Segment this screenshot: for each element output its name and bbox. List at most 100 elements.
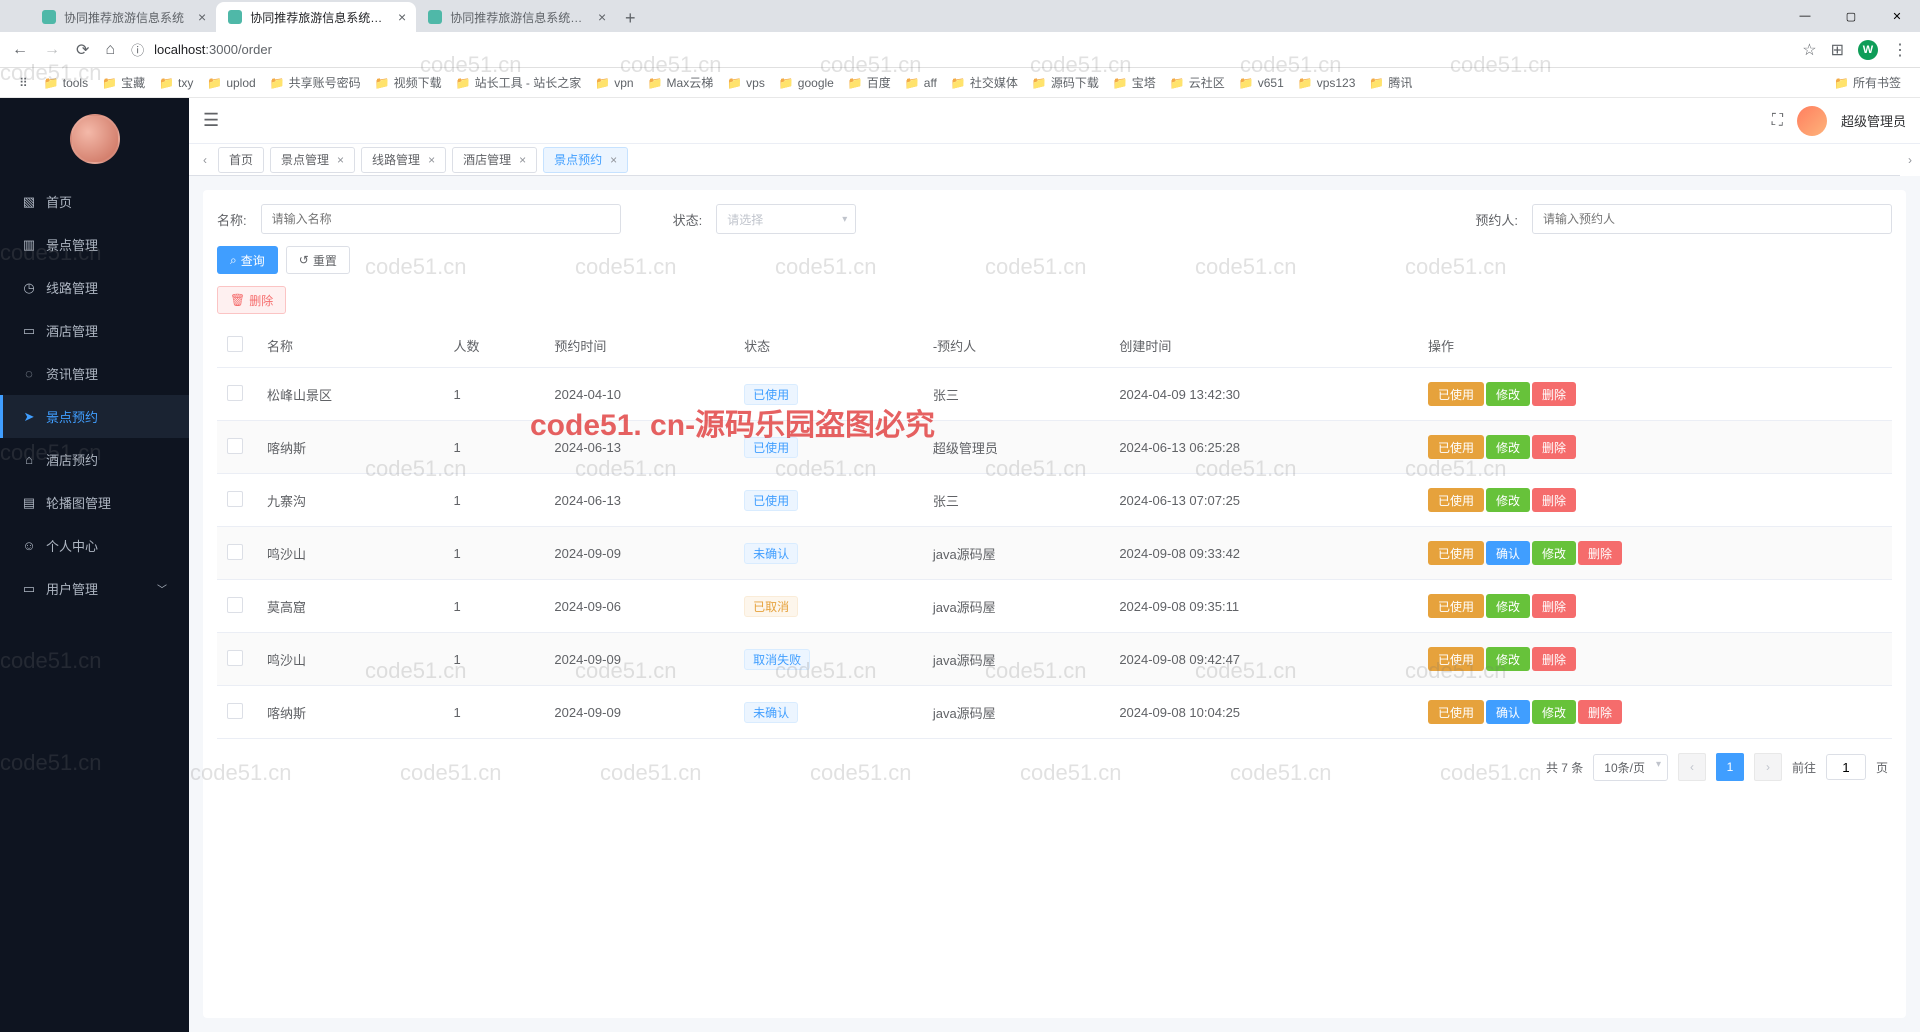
sidebar-avatar[interactable] xyxy=(70,114,120,164)
reset-button[interactable]: ↺重置 xyxy=(286,246,350,274)
search-button[interactable]: ⌕查询 xyxy=(217,246,278,274)
goto-page-input[interactable] xyxy=(1826,754,1866,780)
tabs-scroll-right[interactable]: › xyxy=(1900,144,1920,176)
minimize-button[interactable]: — xyxy=(1782,0,1828,32)
row-action-button[interactable]: 已使用 xyxy=(1428,382,1484,406)
bookmark-item[interactable]: 百度 xyxy=(841,71,898,94)
bookmark-item[interactable]: vps123 xyxy=(1291,71,1363,94)
tab-close-icon[interactable]: × xyxy=(337,153,344,167)
browser-tab[interactable]: 协同推荐旅游信息系统后台× xyxy=(416,2,616,32)
profile-badge[interactable]: W xyxy=(1858,40,1878,60)
sidebar-item[interactable]: ▭用户管理﹀ xyxy=(0,567,189,610)
bookmark-item[interactable]: txy xyxy=(152,71,200,94)
bookmark-item[interactable]: v651 xyxy=(1232,71,1291,94)
row-action-button[interactable]: 已使用 xyxy=(1428,647,1484,671)
row-action-button[interactable]: 删除 xyxy=(1532,488,1576,512)
bookmark-item[interactable]: tools xyxy=(37,71,95,94)
sidebar-item[interactable]: ▭酒店管理 xyxy=(0,309,189,352)
page-tab[interactable]: 景点预约× xyxy=(543,147,628,173)
row-action-button[interactable]: 修改 xyxy=(1532,700,1576,724)
row-action-button[interactable]: 修改 xyxy=(1486,647,1530,671)
row-action-button[interactable]: 删除 xyxy=(1532,594,1576,618)
browser-tab[interactable]: 协同推荐旅游信息系统× xyxy=(30,2,216,32)
sidebar-item[interactable]: ⌂酒店预约 xyxy=(0,438,189,481)
hamburger-icon[interactable]: ☰ xyxy=(203,110,219,131)
row-action-button[interactable]: 已使用 xyxy=(1428,700,1484,724)
bulk-delete-button[interactable]: 🗑删除 xyxy=(217,286,286,314)
tabs-scroll-left[interactable]: ‹ xyxy=(195,153,215,167)
page-tab[interactable]: 景点管理× xyxy=(270,147,355,173)
bookmark-item[interactable]: Max云梯 xyxy=(641,71,721,94)
site-info-icon[interactable]: ⓘ xyxy=(131,40,144,59)
close-window-button[interactable]: ✕ xyxy=(1874,0,1920,32)
tab-close-icon[interactable]: × xyxy=(519,153,526,167)
maximize-button[interactable]: ▢ xyxy=(1828,0,1874,32)
sidebar-item[interactable]: ◷线路管理 xyxy=(0,266,189,309)
page-1-button[interactable]: 1 xyxy=(1716,753,1744,781)
row-action-button[interactable]: 已使用 xyxy=(1428,488,1484,512)
row-action-button[interactable]: 修改 xyxy=(1532,541,1576,565)
next-page-button[interactable]: › xyxy=(1754,753,1782,781)
row-action-button[interactable]: 删除 xyxy=(1578,541,1622,565)
browser-tab[interactable]: 协同推荐旅游信息系统后台× xyxy=(216,2,416,32)
reload-button[interactable]: ⟳ xyxy=(76,40,89,60)
bookmark-item[interactable]: 视频下载 xyxy=(368,71,449,94)
row-action-button[interactable]: 已使用 xyxy=(1428,435,1484,459)
bookmark-item[interactable]: vps xyxy=(720,71,772,94)
row-action-button[interactable]: 确认 xyxy=(1486,541,1530,565)
sidebar-item[interactable]: ▥景点管理 xyxy=(0,223,189,266)
bookmark-item[interactable]: 云社区 xyxy=(1163,71,1232,94)
row-action-button[interactable]: 修改 xyxy=(1486,594,1530,618)
name-input[interactable] xyxy=(261,204,621,234)
status-select[interactable]: 请选择 xyxy=(716,204,856,234)
tab-close-icon[interactable]: × xyxy=(198,9,206,25)
sidebar-item[interactable]: ☺个人中心 xyxy=(0,524,189,567)
row-checkbox[interactable] xyxy=(227,597,243,613)
sidebar-item[interactable]: ➤景点预约 xyxy=(0,395,189,438)
row-checkbox[interactable] xyxy=(227,650,243,666)
row-checkbox[interactable] xyxy=(227,438,243,454)
all-bookmarks[interactable]: 所有书签 xyxy=(1827,71,1908,94)
extensions-icon[interactable]: ⊞ xyxy=(1831,40,1844,60)
star-icon[interactable]: ☆ xyxy=(1802,40,1816,60)
page-size-select[interactable]: 10条/页 xyxy=(1593,754,1668,781)
page-tab[interactable]: 线路管理× xyxy=(361,147,446,173)
tab-close-icon[interactable]: × xyxy=(610,153,617,167)
home-button[interactable]: ⌂ xyxy=(105,41,115,59)
row-action-button[interactable]: 修改 xyxy=(1486,382,1530,406)
select-all-checkbox[interactable] xyxy=(227,336,243,352)
tab-close-icon[interactable]: × xyxy=(598,9,606,25)
new-tab-button[interactable]: + xyxy=(616,4,644,32)
tab-close-icon[interactable]: × xyxy=(398,9,406,25)
row-action-button[interactable]: 修改 xyxy=(1486,435,1530,459)
bookmark-item[interactable]: 腾讯 xyxy=(1362,71,1419,94)
row-action-button[interactable]: 确认 xyxy=(1486,700,1530,724)
fullscreen-icon[interactable]: ⛶ xyxy=(1772,112,1783,130)
booker-input[interactable] xyxy=(1532,204,1892,234)
bookmark-item[interactable]: 共享账号密码 xyxy=(263,71,368,94)
forward-button[interactable]: → xyxy=(44,41,60,59)
header-avatar[interactable] xyxy=(1797,106,1827,136)
page-tab[interactable]: 酒店管理× xyxy=(452,147,537,173)
row-action-button[interactable]: 删除 xyxy=(1578,700,1622,724)
tab-close-icon[interactable]: × xyxy=(428,153,435,167)
sidebar-item[interactable]: ▤轮播图管理 xyxy=(0,481,189,524)
row-checkbox[interactable] xyxy=(227,385,243,401)
bookmark-item[interactable]: 社交媒体 xyxy=(944,71,1025,94)
bookmark-item[interactable]: aff xyxy=(898,71,944,94)
page-tab[interactable]: 首页 xyxy=(218,147,264,173)
kebab-menu-icon[interactable]: ⋮ xyxy=(1892,40,1908,60)
bookmark-item[interactable]: vpn xyxy=(588,71,640,94)
row-action-button[interactable]: 已使用 xyxy=(1428,541,1484,565)
apps-button[interactable]: ⠿ xyxy=(12,73,35,93)
bookmark-item[interactable]: google xyxy=(772,71,841,94)
url-field[interactable]: ⓘ localhost:3000/order xyxy=(131,40,272,59)
bookmark-item[interactable]: 宝塔 xyxy=(1106,71,1163,94)
bookmark-item[interactable]: uplod xyxy=(200,71,262,94)
row-checkbox[interactable] xyxy=(227,491,243,507)
back-button[interactable]: ← xyxy=(12,41,28,59)
sidebar-item[interactable]: ▧首页 xyxy=(0,180,189,223)
row-checkbox[interactable] xyxy=(227,544,243,560)
bookmark-item[interactable]: 源码下载 xyxy=(1025,71,1106,94)
row-checkbox[interactable] xyxy=(227,703,243,719)
